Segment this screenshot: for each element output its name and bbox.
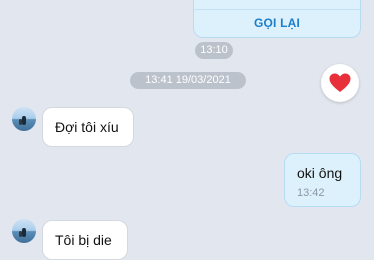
avatar[interactable]: [12, 219, 36, 243]
incoming-message-bubble[interactable]: Đợi tôi xíu: [42, 107, 134, 147]
date-divider-pill: 13:41 19/03/2021: [130, 72, 246, 89]
avatar[interactable]: [12, 107, 36, 131]
call-card-divider: [194, 9, 360, 10]
missed-call-card: GỌI LẠI: [193, 0, 361, 38]
avatar-figure: [22, 116, 26, 125]
incoming-message-bubble[interactable]: Tôi bị die: [42, 220, 128, 260]
outgoing-message-bubble[interactable]: oki ông 13:42: [284, 153, 361, 207]
call-back-button[interactable]: GỌI LẠI: [194, 16, 360, 30]
timestamp-pill: 13:10: [195, 42, 233, 59]
avatar-figure: [19, 119, 22, 125]
message-text: Tôi bị die: [55, 232, 112, 248]
message-text: oki ông: [297, 165, 343, 181]
avatar-figure: [22, 228, 26, 237]
heart-reaction-button[interactable]: [321, 64, 359, 102]
avatar-figure: [19, 231, 22, 237]
message-time: 13:42: [297, 187, 325, 199]
message-text: Đợi tôi xíu: [55, 119, 119, 135]
